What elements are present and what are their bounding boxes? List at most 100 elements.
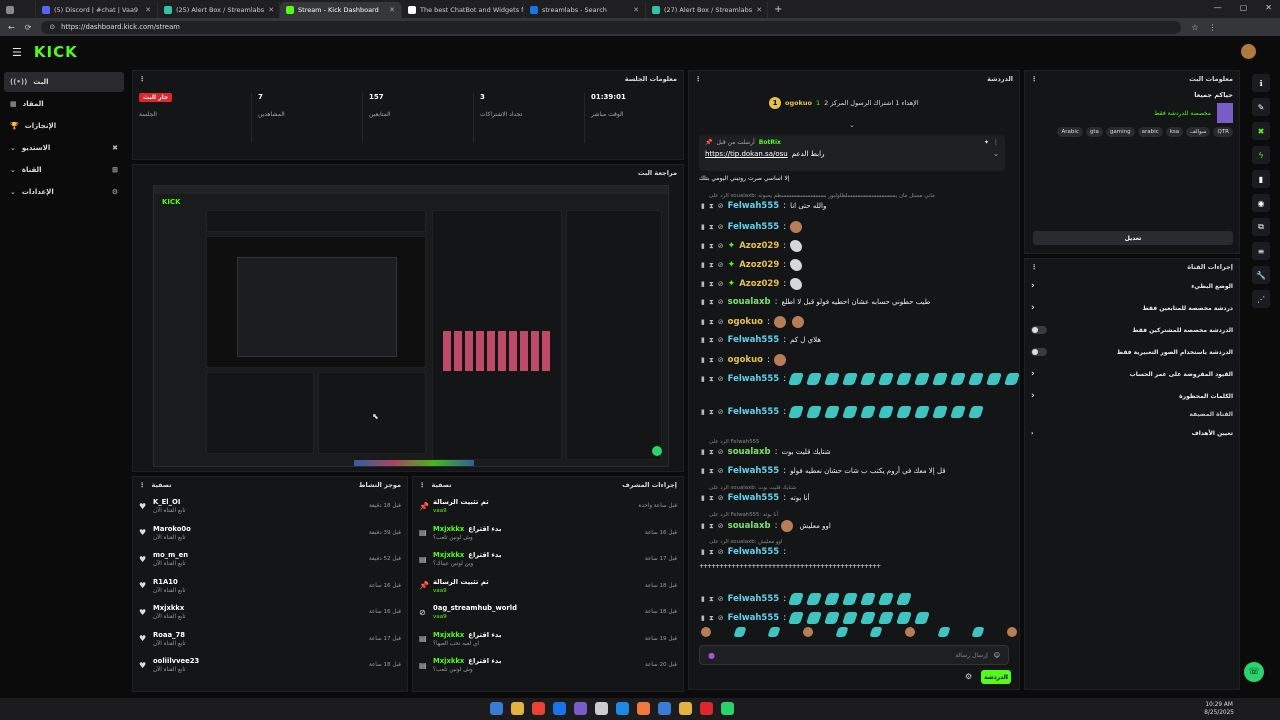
- emoji-icon[interactable]: ☺: [994, 652, 1000, 659]
- chat-username[interactable]: Felwah555: [728, 613, 780, 623]
- timeout-icon[interactable]: ⧗: [709, 356, 714, 365]
- timeout-icon[interactable]: ⧗: [709, 223, 714, 232]
- ban-icon[interactable]: ⊘: [718, 494, 724, 502]
- chat-username[interactable]: soualaxb: [728, 297, 771, 307]
- discord-icon[interactable]: [574, 702, 587, 715]
- timeout-icon[interactable]: ⧗: [709, 595, 714, 604]
- close-tab-icon[interactable]: ✕: [633, 6, 639, 14]
- more-options-icon[interactable]: ⋮: [139, 75, 146, 83]
- moderation-row[interactable]: ▤ Mxjxkkx بدء اقتراع اي لعبه تحب العبها؟ قبل…: [413, 626, 683, 653]
- timeout-icon[interactable]: ⧗: [709, 522, 714, 531]
- clipboard-icon[interactable]: ▮: [1252, 170, 1270, 188]
- browser-menu-icon[interactable]: ⋮: [1209, 23, 1217, 32]
- more-options-icon[interactable]: ⋮: [1031, 263, 1038, 271]
- timeout-icon[interactable]: ⧗: [709, 336, 714, 345]
- close-tab-icon[interactable]: ✕: [389, 6, 395, 14]
- chat-message[interactable]: ▮ ⧗ ⊘ Felwah555: أنا بوته: [701, 493, 810, 503]
- share-icon[interactable]: ⋰: [1252, 290, 1270, 308]
- chat-message[interactable]: إلا اساسي صرت روتيني اليومي بتلك: [699, 175, 790, 182]
- collapse-rail-icon[interactable]: ℹ: [1252, 74, 1270, 92]
- stream-tag[interactable]: gaming: [1105, 127, 1135, 137]
- timeout-icon[interactable]: ⧗: [709, 318, 714, 327]
- chat-message[interactable]: ▮ ⧗ ⊘ ✦ Azoz029:: [701, 259, 804, 271]
- browser-tab[interactable]: streamlabs - Search ✕: [524, 2, 646, 18]
- windows-start-icon[interactable]: [490, 702, 503, 715]
- collapse-chevron-icon[interactable]: ⌄: [849, 121, 855, 129]
- delete-message-icon[interactable]: ▮: [701, 336, 705, 344]
- chat-username[interactable]: Felwah555: [728, 493, 780, 503]
- chat-username[interactable]: Azoz029: [739, 279, 779, 289]
- chat-message[interactable]: ▮ ⧗ ⊘ Felwah555: قل إلا معك في أروم يكتب ب ش…: [701, 466, 946, 476]
- close-tab-icon[interactable]: ✕: [268, 6, 274, 14]
- chat-message[interactable]: ▮ ⧗ ⊘ ogokuo:: [701, 316, 806, 328]
- chat-username[interactable]: Azoz029: [739, 260, 779, 270]
- list-icon[interactable]: ≡: [1252, 242, 1270, 260]
- quick-emote-icon[interactable]: [937, 627, 951, 637]
- timeout-icon[interactable]: ⧗: [709, 614, 714, 623]
- ban-icon[interactable]: ⊘: [718, 614, 724, 622]
- bookmark-star-icon[interactable]: ☆: [1191, 23, 1198, 32]
- ban-icon[interactable]: ⊘: [718, 336, 724, 344]
- stream-video[interactable]: KICK ⬉: [153, 185, 669, 467]
- minimize-icon[interactable]: —: [1214, 3, 1222, 12]
- folder-icon[interactable]: [679, 702, 692, 715]
- moderation-row[interactable]: ▤ Mxjxkkx بدء اقتراع وش لونين تلعب؟ قبل 16 س…: [413, 520, 683, 547]
- chat-username[interactable]: Felwah555: [728, 407, 780, 417]
- channel-action-row[interactable]: الدردشة باستخدام الصور التعبيرية فقط: [1025, 341, 1239, 363]
- obs-icon[interactable]: [721, 702, 734, 715]
- ban-icon[interactable]: ⊘: [718, 522, 724, 530]
- quick-emote-icon[interactable]: [767, 627, 781, 637]
- edit-button[interactable]: تعديل: [1033, 231, 1233, 245]
- delete-message-icon[interactable]: ▮: [701, 242, 705, 250]
- stream-tag[interactable]: QTR: [1213, 127, 1233, 137]
- chat-message[interactable]: ▮ ⧗ ⊘ ✦ Azoz029:: [701, 278, 804, 290]
- site-info-icon[interactable]: ⊙: [49, 23, 55, 31]
- user-avatar[interactable]: [1241, 44, 1256, 59]
- chat-input[interactable]: ● إرسال رسالة ☺: [699, 645, 1009, 665]
- delete-message-icon[interactable]: ▮: [701, 494, 705, 502]
- delete-message-icon[interactable]: ▮: [701, 448, 705, 456]
- url-field[interactable]: ⊙ https://dashboard.kick.com/stream: [41, 20, 1182, 34]
- chat-bubble-icon[interactable]: ◉: [1252, 194, 1270, 212]
- delete-message-icon[interactable]: ▮: [701, 467, 705, 475]
- chat-message[interactable]: ▮ ⧗ ⊘ soualaxb: اوو معليش: [701, 520, 831, 532]
- ban-icon[interactable]: ⊘: [718, 223, 724, 231]
- close-tab-icon[interactable]: ✕: [145, 6, 151, 14]
- toggle-switch[interactable]: [1031, 348, 1047, 356]
- shield-icon[interactable]: [658, 702, 671, 715]
- delete-message-icon[interactable]: ▮: [701, 522, 705, 530]
- ban-icon[interactable]: ⊘: [718, 375, 724, 383]
- browser-tab[interactable]: (5) Discord | #chat | Vaa9 ✕: [36, 2, 158, 18]
- chat-username[interactable]: soualaxb: [728, 447, 771, 457]
- ban-icon[interactable]: ⊘: [718, 280, 724, 288]
- timeout-icon[interactable]: ⧗: [709, 448, 714, 457]
- timeout-icon[interactable]: ⧗: [709, 261, 714, 270]
- chat-message[interactable]: ▮ ⧗ ⊘ Felwah555:: [701, 373, 1021, 385]
- file-explorer-icon[interactable]: [511, 702, 524, 715]
- quick-emote-icon[interactable]: [701, 627, 711, 637]
- pen-icon[interactable]: [595, 702, 608, 715]
- ban-icon[interactable]: ⊘: [718, 202, 724, 210]
- chat-message[interactable]: ▮ ⧗ ⊘ soualaxb: طيب حطوني حسابه عشان احطيه ف…: [701, 297, 930, 307]
- ban-icon[interactable]: ⊘: [718, 356, 724, 364]
- chat-username[interactable]: Felwah555: [728, 201, 780, 211]
- bolt-icon[interactable]: ϟ: [1252, 146, 1270, 164]
- back-icon[interactable]: ←: [8, 23, 15, 32]
- pinned-link[interactable]: https://tip.dokan.sa/osu: [705, 150, 788, 158]
- ban-icon[interactable]: ⊘: [718, 408, 724, 416]
- delete-message-icon[interactable]: ▮: [701, 280, 705, 288]
- chat-username[interactable]: Felwah555: [728, 222, 780, 232]
- ban-icon[interactable]: ⊘: [718, 595, 724, 603]
- moderation-row[interactable]: ⊘ 0ag_streamhub_world vaa9 قبل 18 ساعة: [413, 599, 683, 626]
- delete-message-icon[interactable]: ▮: [701, 548, 705, 556]
- timeout-icon[interactable]: ⧗: [709, 408, 714, 417]
- quick-emote-icon[interactable]: [1007, 627, 1017, 637]
- browser-tab[interactable]: (25) Alert Box / Streamlabs ✕: [158, 2, 280, 18]
- chat-message[interactable]: ▮ ⧗ ⊘ Felwah555: هلاي ل كم: [701, 335, 821, 345]
- set-goals-row[interactable]: › تعيين الأهداف: [1025, 422, 1239, 444]
- quick-emote-icon[interactable]: [733, 627, 747, 637]
- activity-row[interactable]: ♥ ooliilvvee23 تابع القناة الآن قبل 18 ساعة: [133, 652, 407, 679]
- chat-username[interactable]: Felwah555: [728, 466, 780, 476]
- chat-message[interactable]: ▮ ⧗ ⊘ soualaxb: شتايك قليت بوت: [701, 447, 831, 457]
- delete-message-icon[interactable]: ▮: [701, 408, 705, 416]
